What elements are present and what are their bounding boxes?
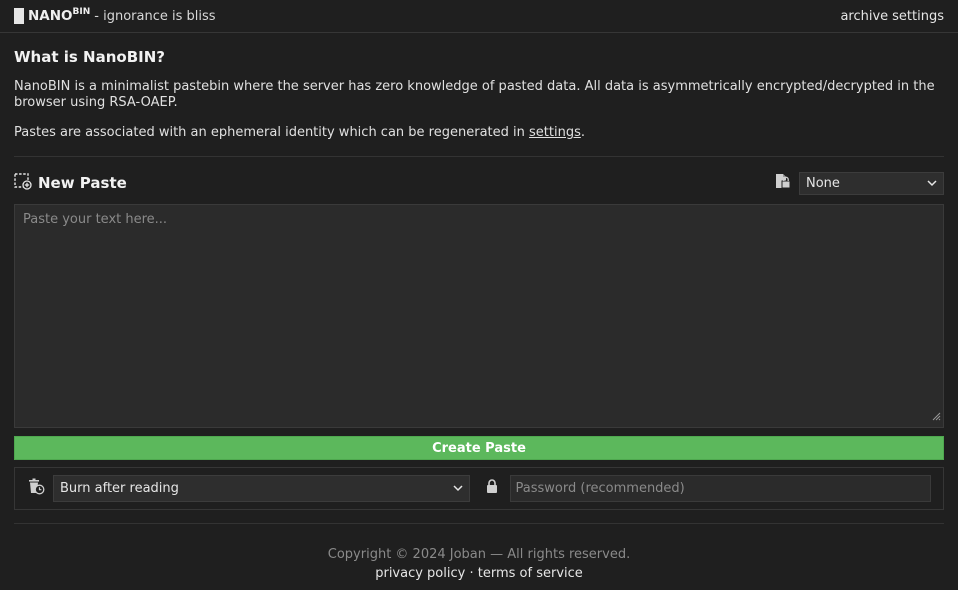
language-select[interactable]: None (799, 171, 944, 195)
burn-timer-icon (27, 478, 45, 499)
about-paragraph-1: NanoBIN is a minimalist pastebin where t… (14, 79, 935, 110)
about-paragraph-2: Pastes are associated with an ephemeral … (14, 125, 944, 141)
tagline: - ignorance is bliss (94, 8, 216, 24)
brand-name: NANO (28, 8, 73, 24)
file-lock-icon (774, 173, 791, 193)
chevron-down-icon (453, 481, 463, 496)
about-title: What is NanoBIN? (14, 48, 165, 66)
resize-handle-icon[interactable] (931, 410, 941, 425)
footer-separator: · (469, 566, 474, 581)
paste-placeholder: Paste your text here... (23, 212, 168, 227)
expiry-select-value: Burn after reading (60, 481, 179, 496)
new-paste-header: New Paste None (14, 171, 944, 195)
footer-divider (14, 523, 944, 524)
footer: Copyright © 2024 Joban — All rights rese… (0, 546, 958, 584)
password-placeholder: Password (recommended) (515, 481, 685, 496)
language-select-value: None (806, 175, 840, 191)
about-paragraph-2-end: . (580, 125, 585, 140)
new-paste-icon (14, 172, 32, 194)
logo-block-icon (14, 8, 24, 24)
top-bar: NANO BIN - ignorance is bliss archive se… (0, 0, 958, 33)
new-paste-title: New Paste (38, 174, 127, 192)
privacy-policy-link[interactable]: privacy policy (375, 566, 465, 581)
section-divider (14, 156, 944, 157)
terms-of-service-link[interactable]: terms of service (478, 566, 583, 581)
nav-settings-link[interactable]: settings (892, 9, 944, 24)
about-section: What is NanoBIN? NanoBIN is a minimalist… (14, 48, 944, 141)
about-paragraph-2-text: Pastes are associated with an ephemeral … (14, 125, 529, 140)
new-paste-title-group: New Paste (14, 172, 127, 194)
brand-superscript: BIN (72, 7, 91, 17)
create-paste-button[interactable]: Create Paste (14, 436, 944, 460)
expiry-select[interactable]: Burn after reading (53, 475, 470, 502)
lock-icon (486, 479, 498, 498)
language-group: None (774, 171, 944, 195)
top-nav: archive settings (840, 9, 944, 24)
password-input[interactable]: Password (recommended) (509, 475, 931, 502)
nav-archive-link[interactable]: archive (840, 9, 888, 24)
chevron-down-icon (927, 176, 937, 191)
brand[interactable]: NANO BIN - ignorance is bliss (14, 7, 216, 24)
footer-links: privacy policy · terms of service (0, 564, 958, 584)
settings-link[interactable]: settings (529, 125, 581, 140)
paste-textarea[interactable]: Paste your text here... (14, 204, 944, 428)
copyright-text: Copyright © 2024 Joban — All rights rese… (327, 547, 631, 562)
paste-options: Burn after reading Password (recommended… (14, 467, 944, 510)
